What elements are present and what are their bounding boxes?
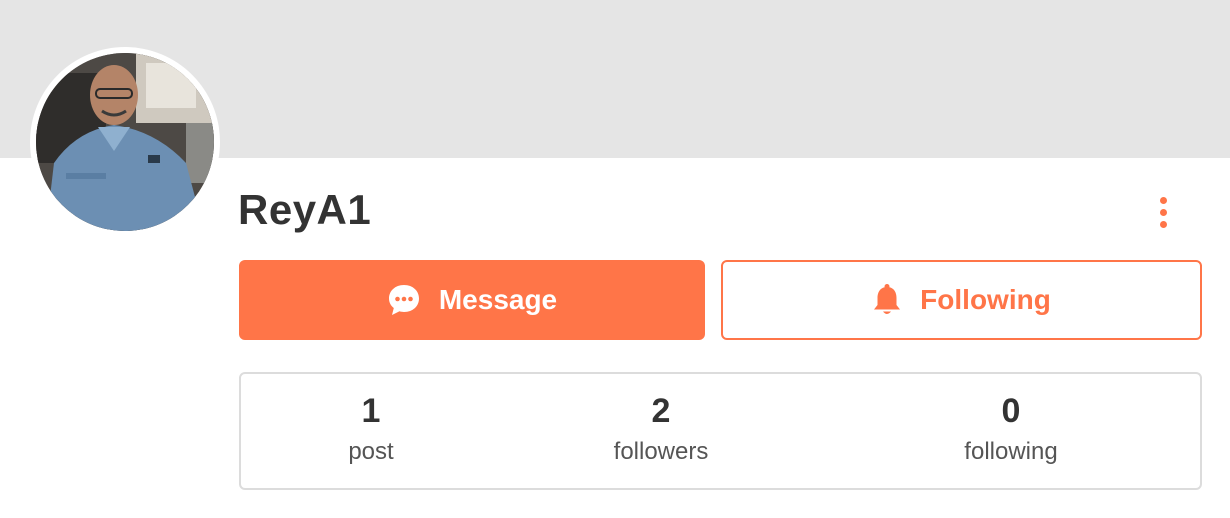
following-button-label: Following [920,284,1051,315]
stat-label: post [348,438,394,465]
stat-value: 1 [361,392,381,430]
vertical-dots-icon [1159,196,1167,204]
chat-bubble-icon [387,283,421,317]
stat-posts[interactable]: 1 post [348,390,393,468]
vertical-dots-icon [1159,220,1167,228]
stat-following[interactable]: 0 following [964,390,1057,468]
profile-stats: 1 post 2 followers 0 following [239,372,1202,490]
message-button-label: Message [438,284,558,315]
more-options-button[interactable] [1150,192,1176,232]
profile-photo [36,53,214,231]
stat-label: following [964,438,1058,465]
stat-value: 2 [651,392,671,430]
following-button[interactable]: Following [721,260,1202,340]
profile-photo-image [36,53,214,231]
avatar[interactable] [30,47,220,237]
message-button[interactable]: Message [239,260,705,340]
bell-icon [872,283,902,317]
stat-label: followers [613,438,709,465]
vertical-dots-icon [1159,208,1167,216]
stat-value: 0 [1001,392,1021,430]
stat-followers[interactable]: 2 followers [614,390,709,468]
profile-username: ReyA1 [238,186,372,233]
